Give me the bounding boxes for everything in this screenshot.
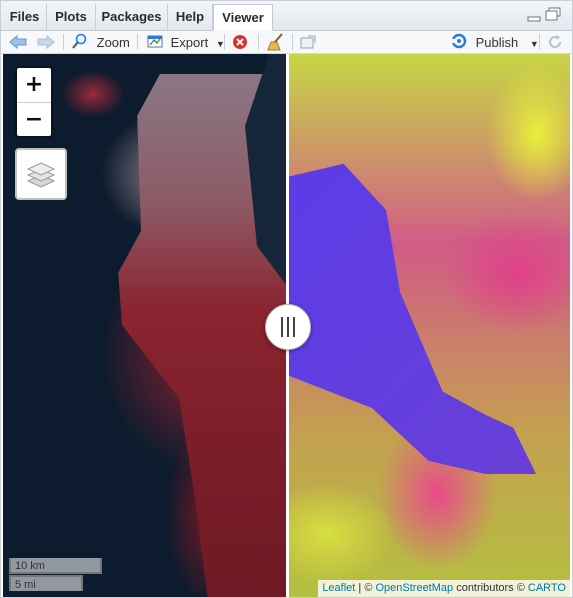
carto-link[interactable]: CARTO xyxy=(528,582,566,594)
publish-icon xyxy=(450,33,468,54)
tab-help[interactable]: Help xyxy=(168,4,213,30)
zoom-icon xyxy=(72,33,88,54)
forward-arrow-icon[interactable] xyxy=(37,33,55,51)
layers-icon xyxy=(26,159,56,192)
zoom-label: Zoom xyxy=(96,34,130,50)
zoom-control: + − xyxy=(15,66,53,138)
refresh-icon[interactable] xyxy=(547,33,563,51)
publish-label: Publish xyxy=(475,34,519,50)
scale-bar-metric: 10 km xyxy=(9,558,102,574)
map-attribution: Leaflet | © OpenStreetMap contributors ©… xyxy=(318,580,570,597)
map-right-layer[interactable] xyxy=(287,54,570,597)
bay-water xyxy=(287,163,537,474)
tab-files[interactable]: Files xyxy=(3,4,47,30)
tab-bar: Files Plots Packages Help Viewer xyxy=(1,1,572,31)
zoom-button[interactable]: Zoom xyxy=(72,33,130,51)
export-icon xyxy=(147,33,163,54)
export-button[interactable]: Export ▼ xyxy=(147,33,225,51)
viewer-pane: Files Plots Packages Help Viewer Zoom Ex… xyxy=(0,0,573,598)
leaflet-link[interactable]: Leaflet xyxy=(322,582,355,594)
back-arrow-icon[interactable] xyxy=(9,33,27,51)
attribution-text: contributors © xyxy=(453,582,528,594)
viewer-toolbar: Zoom Export ▼ Publish ▼ xyxy=(1,31,572,54)
layers-control[interactable] xyxy=(15,148,67,200)
publish-button[interactable]: Publish ▼ xyxy=(450,33,539,51)
broom-icon[interactable] xyxy=(267,33,285,51)
minimize-icon[interactable] xyxy=(527,10,541,22)
attribution-separator: | © xyxy=(355,582,376,594)
clear-icon[interactable] xyxy=(232,33,248,51)
tab-viewer[interactable]: Viewer xyxy=(213,4,273,31)
maximize-icon[interactable] xyxy=(545,7,561,21)
swipe-handle[interactable] xyxy=(265,304,311,350)
zoom-out-button[interactable]: − xyxy=(17,102,51,136)
export-label: Export xyxy=(170,34,209,50)
tab-packages[interactable]: Packages xyxy=(96,4,168,30)
chevron-down-icon: ▼ xyxy=(529,38,539,49)
tab-plots[interactable]: Plots xyxy=(47,4,96,30)
zoom-in-button[interactable]: + xyxy=(17,68,51,102)
scale-bar-imperial: 5 mi xyxy=(9,575,83,591)
popout-icon[interactable] xyxy=(300,33,316,51)
osm-link[interactable]: OpenStreetMap xyxy=(375,582,453,594)
map-viewer[interactable]: + − 10 km 5 mi Leaflet | © OpenStreetMap… xyxy=(3,54,570,597)
